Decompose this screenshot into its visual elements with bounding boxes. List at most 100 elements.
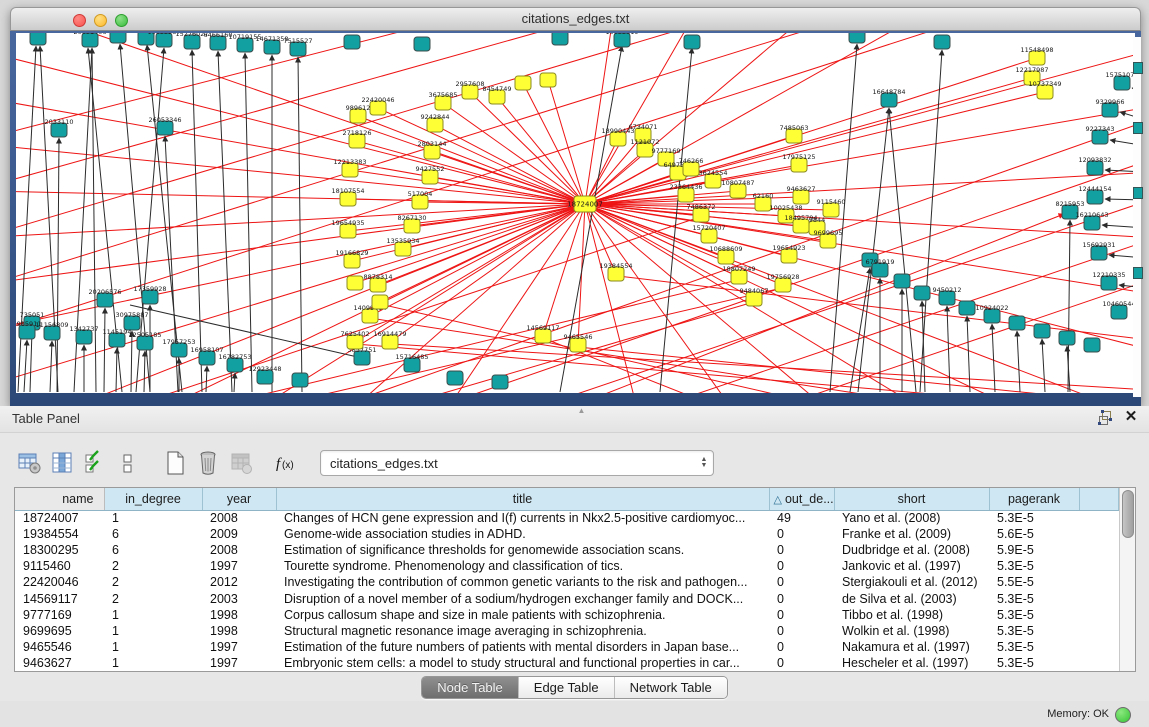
network-window-titlebar[interactable]: citations_edges.txt bbox=[10, 7, 1141, 31]
dropdown-stepper-icon: ▲▼ bbox=[695, 451, 713, 475]
tab-node-table[interactable]: Node Table bbox=[422, 677, 519, 698]
graph-node[interactable] bbox=[894, 274, 910, 288]
panel-resize-handle[interactable]: ▲ bbox=[575, 407, 589, 414]
graph-node[interactable] bbox=[447, 371, 463, 385]
graph-node[interactable] bbox=[540, 73, 556, 87]
graph-node[interactable] bbox=[414, 37, 430, 51]
graph-node-label: 9329966 bbox=[1096, 98, 1125, 106]
table-cell: Stergiakouli et al. (2012) bbox=[834, 574, 989, 590]
graph-node-label: 22420046 bbox=[361, 96, 394, 104]
table-row[interactable]: 1938455462009Genome-wide association stu… bbox=[15, 526, 1119, 542]
network-canvas[interactable]: 1405572420691406106532871527602764661601… bbox=[16, 33, 1135, 393]
column-header-year[interactable]: year bbox=[202, 488, 276, 510]
table-selector-dropdown[interactable]: citations_edges.txt▲▼ bbox=[320, 450, 714, 476]
delete-table-icon[interactable] bbox=[193, 448, 223, 478]
table-cell: Yano et al. (2008) bbox=[834, 510, 989, 526]
zoom-window-button[interactable] bbox=[115, 14, 128, 27]
graph-node-label: 9465546 bbox=[564, 333, 593, 341]
graph-node[interactable] bbox=[110, 33, 126, 43]
graph-node[interactable] bbox=[1034, 324, 1050, 338]
node-table-container: namein_degreeyeartitle△out_de...shortpag… bbox=[14, 487, 1136, 672]
show-columns-icon[interactable] bbox=[47, 448, 77, 478]
svg-text:(x): (x) bbox=[282, 460, 294, 471]
graph-node-label: 8454749 bbox=[483, 85, 512, 93]
graph-node-label: 9115460 bbox=[817, 198, 846, 206]
deselect-all-icon[interactable] bbox=[113, 448, 143, 478]
table-row[interactable]: 977716911998Corpus callosum shape and si… bbox=[15, 607, 1119, 623]
close-panel-icon[interactable]: ✕ bbox=[1123, 409, 1139, 425]
table-cell: Jankovic et al. (1997) bbox=[834, 558, 989, 574]
graph-node[interactable] bbox=[344, 35, 360, 49]
column-header-short[interactable]: short bbox=[834, 488, 989, 510]
graph-node[interactable] bbox=[684, 35, 700, 49]
graph-node-label: 7515527 bbox=[284, 37, 313, 45]
table-cell: 2009 bbox=[202, 526, 276, 542]
table-cell: 5.3E-5 bbox=[989, 655, 1079, 671]
graph-node[interactable] bbox=[849, 33, 865, 43]
graph-node-label: 3624554 bbox=[699, 169, 728, 177]
import-table-icon[interactable] bbox=[226, 448, 256, 478]
table-cell: 5.6E-5 bbox=[989, 526, 1079, 542]
graph-node[interactable] bbox=[292, 373, 308, 387]
table-row[interactable]: 946554611997Estimation of the future num… bbox=[15, 639, 1119, 655]
minimize-window-button[interactable] bbox=[94, 14, 107, 27]
graph-node-label: 17975125 bbox=[782, 153, 815, 161]
table-row[interactable]: 969969511998Structural magnetic resonanc… bbox=[15, 623, 1119, 639]
select-all-icon[interactable] bbox=[80, 448, 110, 478]
graph-node[interactable] bbox=[372, 295, 388, 309]
table-row[interactable]: 911546021997Tourette syndrome. Phenomeno… bbox=[15, 558, 1119, 574]
graph-node-label: 8878314 bbox=[364, 273, 393, 281]
cytoscape-app: citations_edges.txt 14055724206914061065… bbox=[0, 0, 1149, 727]
node-table[interactable]: namein_degreeyeartitle△out_de...shortpag… bbox=[15, 488, 1119, 671]
graph-node-label: 9844 bbox=[809, 216, 826, 224]
function-builder-icon[interactable]: f(x) bbox=[273, 448, 303, 478]
column-header-pagerank[interactable]: pagerank bbox=[989, 488, 1079, 510]
graph-node[interactable] bbox=[1059, 331, 1075, 345]
table-row[interactable]: 1830029562008Estimation of significance … bbox=[15, 542, 1119, 558]
graph-node[interactable] bbox=[1084, 338, 1100, 352]
table-cell: 0 bbox=[769, 623, 834, 639]
table-mode-icon[interactable] bbox=[14, 448, 44, 478]
column-header-outde[interactable]: △out_de... bbox=[769, 488, 834, 510]
float-panel-icon[interactable] bbox=[1097, 409, 1113, 425]
table-cell: Estimation of the future numbers of pati… bbox=[276, 639, 769, 655]
graph-node[interactable] bbox=[552, 33, 568, 45]
graph-node[interactable] bbox=[515, 76, 531, 90]
graph-node[interactable] bbox=[30, 33, 46, 45]
graph-node-label: 20206576 bbox=[88, 288, 121, 296]
column-header-title[interactable]: title bbox=[276, 488, 769, 510]
table-scrollbar[interactable] bbox=[1119, 488, 1135, 671]
graph-node-label: 30975887 bbox=[115, 311, 148, 319]
table-row[interactable]: 1456911722003Disruption of a novel membe… bbox=[15, 590, 1119, 606]
graph-node[interactable] bbox=[347, 276, 363, 290]
graph-node[interactable] bbox=[1009, 316, 1025, 330]
table-cell: 5.3E-5 bbox=[989, 623, 1079, 639]
column-header-indegree[interactable]: in_degree bbox=[104, 488, 202, 510]
graph-node-label: 10025438 bbox=[769, 204, 802, 212]
close-window-button[interactable] bbox=[73, 14, 86, 27]
graph-node-label: 16782753 bbox=[218, 353, 251, 361]
table-cell: 0 bbox=[769, 590, 834, 606]
graph-node[interactable] bbox=[934, 35, 950, 49]
table-row[interactable]: 946362711997Embryonic stem cells: a mode… bbox=[15, 655, 1119, 671]
table-row[interactable]: 1872400712008Changes of HCN gene express… bbox=[15, 510, 1119, 526]
table-cell: 2008 bbox=[202, 510, 276, 526]
table-cell: 1998 bbox=[202, 607, 276, 623]
new-table-icon[interactable] bbox=[160, 448, 190, 478]
graph-node[interactable] bbox=[959, 301, 975, 315]
table-scrollbar-thumb[interactable] bbox=[1122, 490, 1134, 538]
network-graph[interactable]: 1405572420691406106532871527602764661601… bbox=[16, 33, 1135, 393]
graph-node[interactable] bbox=[492, 375, 508, 389]
graph-node-label: 15716485 bbox=[395, 353, 428, 361]
column-header-name[interactable]: name bbox=[15, 488, 104, 510]
graph-node-label: 9463627 bbox=[787, 185, 816, 193]
graph-node-label: 7486372 bbox=[687, 203, 716, 211]
tab-network-table[interactable]: Network Table bbox=[615, 677, 727, 698]
graph-node[interactable] bbox=[914, 286, 930, 300]
table-row[interactable]: 2242004622012Investigating the contribut… bbox=[15, 574, 1119, 590]
sort-ascending-icon: △ bbox=[774, 494, 782, 506]
table-cell: 1 bbox=[104, 607, 202, 623]
table-cell: 6 bbox=[104, 542, 202, 558]
tab-edge-table[interactable]: Edge Table bbox=[519, 677, 615, 698]
table-cell: Tourette syndrome. Phenomenology and cla… bbox=[276, 558, 769, 574]
